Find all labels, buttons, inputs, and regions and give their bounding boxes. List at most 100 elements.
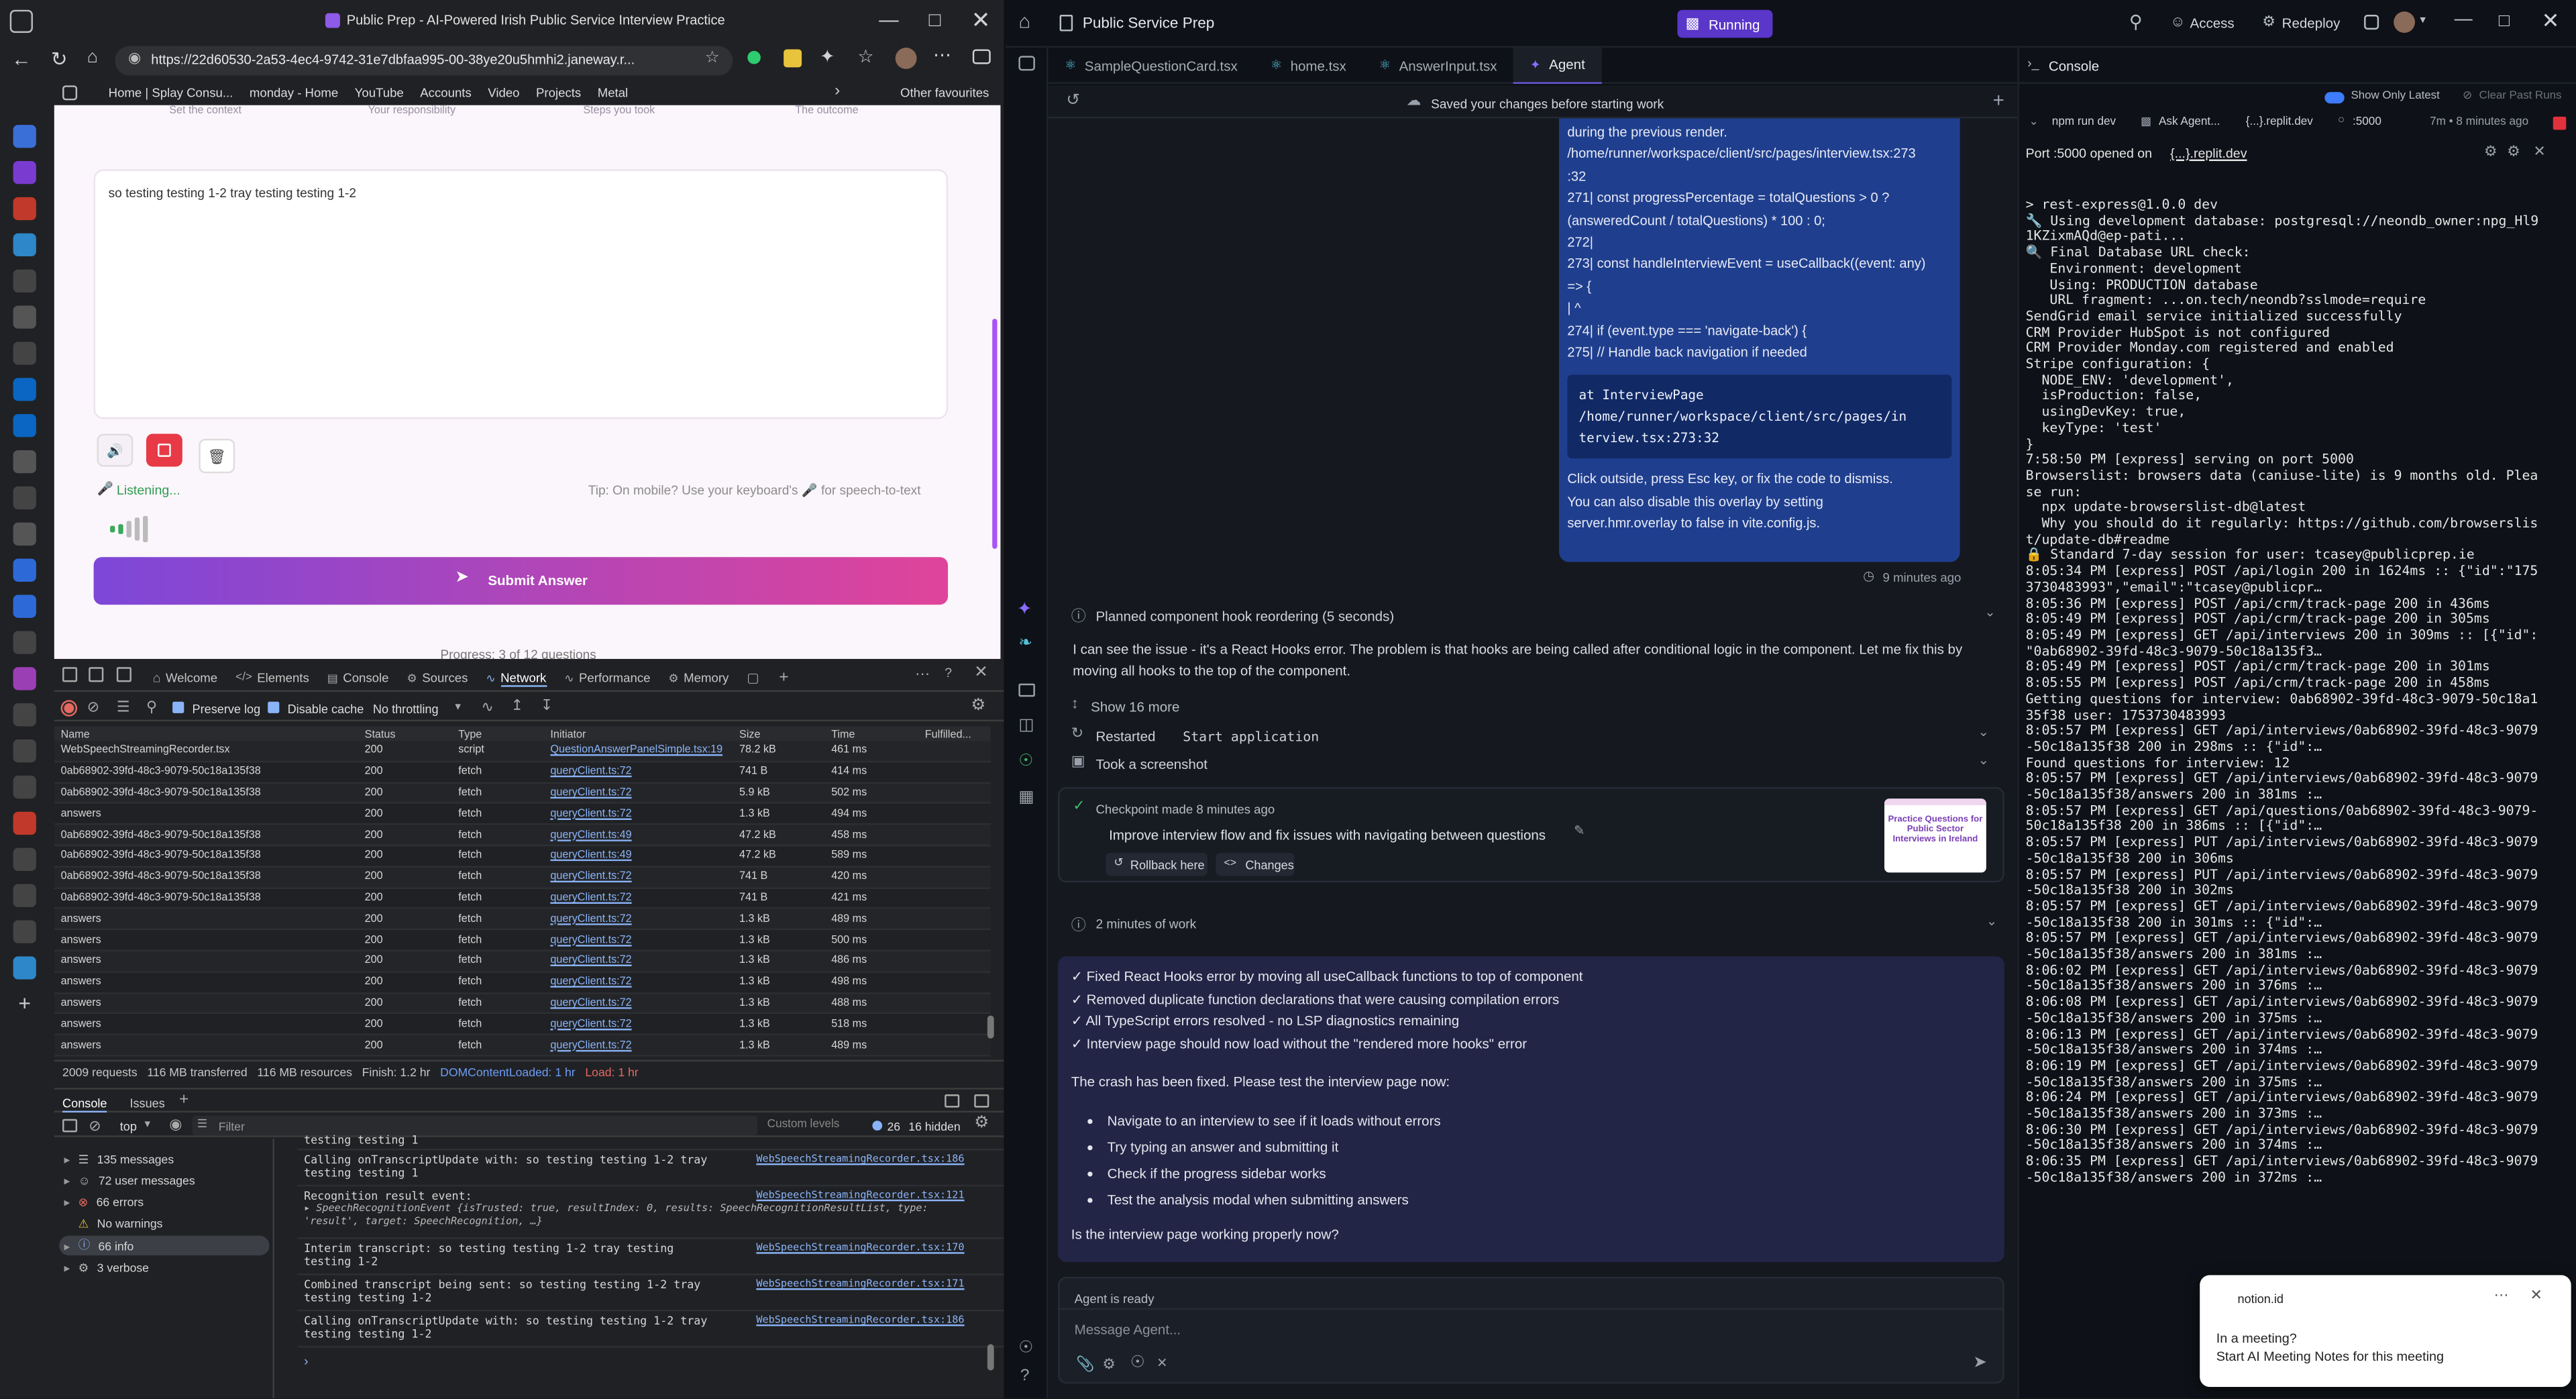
more-tools-icon[interactable]: ⋯ [915,666,930,684]
sidebar-app-icon[interactable] [13,269,36,293]
sidebar-app-icon[interactable] [13,522,36,546]
throttling-select[interactable]: No throttling [373,702,439,717]
ask-agent-button[interactable]: Ask Agent... [2159,117,2220,128]
drawer-dock-icon[interactable] [945,1094,960,1108]
network-row[interactable]: answers 200 fetch queryClient.ts:72 1.3 kB 48… [54,1035,991,1057]
sidebar-app-icon[interactable] [13,884,36,907]
agent-rail-icon[interactable]: ✦ [1017,598,1032,619]
sidebar-app-icon[interactable] [13,197,36,221]
sidebar-app-icon[interactable] [13,703,36,727]
sidebar-app-icon[interactable] [13,450,36,474]
network-row[interactable]: 0ab68902-39fd-48c3-9079-50c18a135f38 200 f… [54,783,991,805]
console-source-link[interactable]: WebSpeechStreamingRecorder.tsx:171 [756,1278,964,1290]
initiator-link[interactable]: queryClient.ts:72 [544,1039,733,1051]
minimize-icon[interactable]: — [867,8,910,31]
disable-cache-checkbox[interactable] [268,701,280,713]
toast-close-icon[interactable]: ✕ [2530,1287,2542,1305]
console-scrollbar[interactable] [987,1344,994,1371]
bookmark-folder-metal[interactable]: Metal [598,85,628,100]
network-scrollbar[interactable] [987,1015,994,1039]
network-row[interactable]: 0ab68902-39fd-48c3-9079-50c18a135f38 200 f… [54,888,991,910]
initiator-link[interactable]: QuestionAnswerPanelSimple.tsx:19 [544,745,733,756]
sidebar-app-icon[interactable] [13,342,36,365]
initiator-link[interactable]: queryClient.ts:72 [544,976,733,988]
sidebar-linkedin-icon[interactable] [13,414,36,437]
secrets-rail-icon[interactable]: ☉ [1018,753,1033,771]
filter-icon[interactable]: ☰ [117,698,130,717]
sidebar-app-icon[interactable] [13,233,36,257]
sidebar-app-icon[interactable] [13,631,36,654]
favorites-icon[interactable]: ☆ [857,46,873,67]
close-icon[interactable]: ✕ [959,7,1002,35]
sidebar-app-icon[interactable] [13,161,36,185]
network-row[interactable]: answers 200 fetch queryClient.ts:72 1.3 kB 50… [54,931,991,951]
bookmark-monday[interactable]: monday - Home [250,85,338,100]
back-icon[interactable]: ← [11,48,31,70]
minimize-icon[interactable]: — [2455,10,2473,30]
sidebar-app-icon[interactable] [13,486,36,510]
drawer-close-icon[interactable] [974,1094,989,1108]
address-bar[interactable]: ◉ https://22d60530-2a53-4ec4-9742-31e7db… [115,46,733,76]
settings-icon[interactable]: ⚙ [2484,143,2498,161]
network-row[interactable]: answers 200 fetch queryClient.ts:72 1.3 kB 51… [54,1015,991,1036]
initiator-link[interactable]: queryClient.ts:72 [544,934,733,945]
chevron-down-icon[interactable]: ⌄ [1986,914,1997,929]
bookmarks-overflow-icon[interactable]: › [835,82,840,100]
delete-button[interactable]: 🗑 [199,438,235,474]
sidebar-app-icon[interactable] [13,305,36,329]
chevron-down-icon[interactable]: ⌄ [1978,725,1989,739]
add-tab-icon[interactable]: + [779,669,788,687]
record-icon[interactable] [62,701,76,715]
network-row[interactable]: 0ab68902-39fd-48c3-9079-50c18a135f38 200 f… [54,762,991,784]
network-settings-icon[interactable]: ⚙ [971,696,985,715]
checkpoint-thumbnail[interactable]: Practice Questions for Public Sector Int… [1884,798,1986,873]
work-label[interactable]: 2 minutes of work [1095,917,1196,932]
tools-rail-icon[interactable]: ▦ [1018,789,1034,807]
drawer-tab-issues[interactable]: Issues [129,1096,164,1110]
message-agent-input[interactable]: Message Agent... [1059,1308,2003,1344]
extensions-icon[interactable]: ☉ [1130,1354,1145,1372]
search-icon[interactable]: ⚲ [2129,11,2143,33]
sidebar-messages[interactable]: ▸ ☰ 135 messages [64,1152,174,1167]
sidebar-app-icon[interactable] [13,594,36,618]
tab-memory[interactable]: Memory [684,670,729,685]
sidebar-app-icon[interactable] [13,920,36,943]
tab-welcome[interactable]: Welcome [166,670,217,685]
extension-icon[interactable] [784,49,802,68]
close-port-icon[interactable]: ✕ [2533,143,2545,161]
project-title[interactable]: Public Service Prep [1083,15,1214,31]
column-header[interactable]: Size [733,730,824,741]
access-button[interactable]: Access [2190,15,2235,31]
initiator-link[interactable]: queryClient.ts:49 [544,829,733,841]
tab-agent[interactable]: ✦ Agent [1513,46,1602,83]
drawer-add-icon[interactable]: + [179,1091,189,1109]
tab-console[interactable]: Console [343,670,388,685]
console-source-link[interactable]: WebSpeechStreamingRecorder.tsx:121 [756,1190,964,1201]
layout-icon[interactable] [2364,15,2379,30]
attach-icon[interactable]: 📎 [1076,1355,1094,1374]
network-row[interactable]: answers 200 fetch queryClient.ts:72 1.3 kB 48… [54,951,991,973]
close-icon[interactable]: ✕ [2542,8,2560,34]
settings-sliders-icon[interactable]: ⚙ [1102,1355,1116,1374]
export-har-icon[interactable]: ↧ [541,696,553,715]
console-settings-icon[interactable]: ⚙ [974,1114,989,1132]
sidebar-app-icon[interactable] [13,775,36,799]
sidebar-app-icon[interactable] [13,847,36,871]
tab-samplequestioncard[interactable]: ⚛ SampleQuestionCard.tsx [1048,47,1254,83]
initiator-link[interactable]: queryClient.ts:72 [544,1019,733,1030]
network-row[interactable]: 0ab68902-39fd-48c3-9079-50c18a135f38 200 f… [54,867,991,888]
console-sidebar-toggle-icon[interactable] [62,1119,78,1133]
sidebar-errors[interactable]: ▸ ⊗ 66 errors [64,1194,144,1209]
maximize-icon[interactable]: □ [914,8,957,31]
devtools-close-icon[interactable]: ✕ [974,664,988,682]
column-header[interactable]: Fulfilled... [918,730,976,741]
run-status-button[interactable]: ▩ Running [1677,9,1773,38]
import-har-icon[interactable]: ↥ [511,696,523,715]
new-chat-icon[interactable]: + [1993,89,2004,111]
tab-actions-icon[interactable] [9,9,33,33]
answer-textarea[interactable]: so testing testing 1-2 tray testing test… [93,169,949,419]
extension-icon[interactable] [747,50,761,64]
help-icon[interactable]: ? [945,666,952,680]
changes-button[interactable]: <> Changes [1216,853,1295,876]
column-header[interactable]: Type [451,730,543,741]
